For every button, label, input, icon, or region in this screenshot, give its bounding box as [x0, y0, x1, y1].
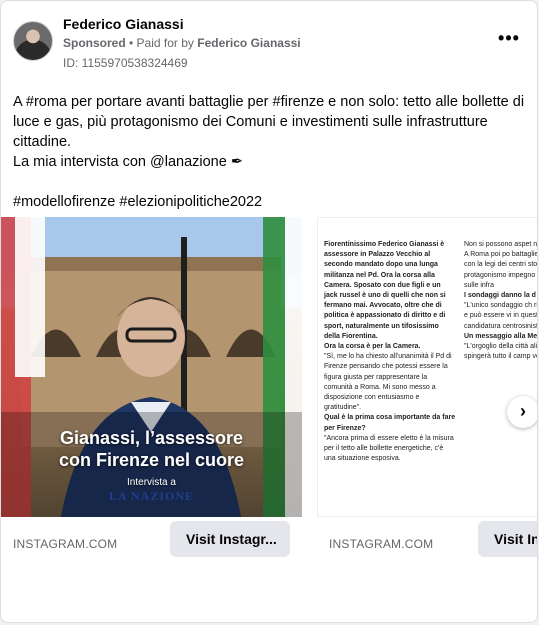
slide-1-headline: Gianassi, l’assessore con Firenze nel cu…	[1, 427, 302, 471]
avatar[interactable]	[13, 21, 53, 61]
article-question: I sondaggi danno la d vincente.	[464, 292, 537, 300]
sponsored-post-card: Federico Gianassi Sponsored • Paid for b…	[0, 0, 538, 623]
link-caption[interactable]: INSTAGRAM.COM	[13, 537, 117, 551]
article-paragraph: Non si possono aspet nuovo governo bisog…	[464, 241, 538, 289]
visit-instagram-button[interactable]: Visit Instagr...	[170, 521, 290, 557]
carousel-slide-2[interactable]: Fiorentinissimo Federico Gianassi è asse…	[317, 217, 538, 562]
article-question: Ora la corsa è per la Camera.	[324, 343, 421, 351]
headline-line: Gianassi, l’assessore	[59, 428, 244, 448]
more-options-icon[interactable]: •••	[495, 29, 523, 51]
carousel-slide-1[interactable]: Gianassi, l’assessore con Firenze nel cu…	[1, 217, 302, 562]
paid-for-name: Federico Gianassi	[197, 36, 301, 50]
post-text: A #roma per portare avanti battaglie per…	[13, 92, 528, 212]
post-text-line: A #roma per portare avanti battaglie per…	[13, 94, 525, 150]
post-header: Federico Gianassi Sponsored • Paid for b…	[13, 13, 533, 73]
article-paragraph: "L'unico sondaggio ch risultato a urne c…	[464, 302, 538, 330]
article-column-1: Fiorentinissimo Federico Gianassi è asse…	[324, 240, 456, 464]
article-paragraph: "Sì, me lo ha chiesto all'unanimità il P…	[324, 353, 452, 412]
article-column-2: Non si possono aspet nuovo governo bisog…	[464, 240, 538, 362]
carousel: Gianassi, l’assessore con Firenze nel cu…	[1, 217, 538, 562]
sponsored-line: Sponsored • Paid for by Federico Gianass…	[63, 36, 301, 50]
article-question: Un messaggio alla Me	[464, 332, 538, 340]
article-paragraph: Fiorentinissimo Federico Gianassi è asse…	[324, 241, 446, 340]
visit-instagram-button[interactable]: Visit Ins	[478, 521, 537, 557]
paid-for-prefix: • Paid for by	[125, 36, 198, 50]
post-hashtags[interactable]: #modellofirenze #elezionipolitiche2022	[13, 192, 528, 212]
post-text-line: La mia intervista con @lanazione ✒	[13, 154, 243, 170]
headline-line: con Firenze nel cuore	[58, 450, 245, 470]
carousel-next-icon[interactable]: ›	[507, 396, 537, 428]
article-paragraph: "Ancora prima di essere eletto è la misu…	[324, 434, 454, 463]
slide-1-subtitle: Intervista a	[127, 477, 176, 488]
author-name[interactable]: Federico Gianassi	[63, 16, 184, 32]
article-paragraph: "L'orgoglio della città alimenta di cult…	[464, 343, 538, 361]
link-caption[interactable]: INSTAGRAM.COM	[329, 537, 433, 551]
slide-1-image[interactable]: Gianassi, l’assessore con Firenze nel cu…	[1, 217, 302, 517]
palazzo-photo-illustration	[1, 217, 302, 517]
sponsored-label[interactable]: Sponsored	[63, 36, 126, 50]
article-question: Qual è la prima cosa importante da fare …	[324, 414, 456, 432]
la-nazione-logo: LA NAZIONE	[108, 489, 195, 503]
slide-2-article-image[interactable]: Fiorentinissimo Federico Gianassi è asse…	[317, 217, 538, 517]
ad-id: ID: 1155970538324469	[63, 56, 188, 70]
